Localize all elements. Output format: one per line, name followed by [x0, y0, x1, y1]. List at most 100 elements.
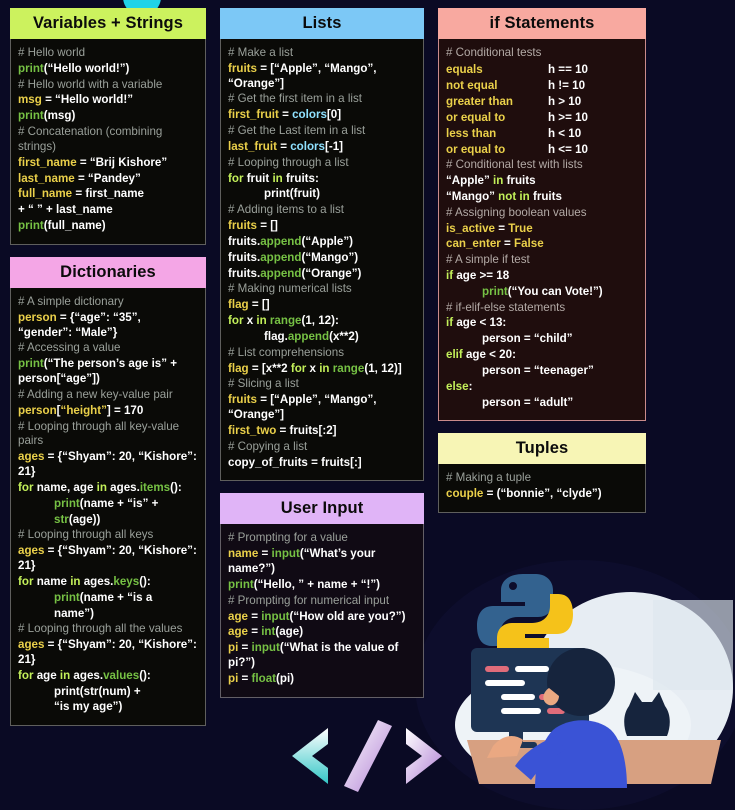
code-line: # Accessing a value	[18, 341, 121, 355]
card-title-user-input: User Input	[220, 493, 424, 525]
code-line: person = “teenager”	[482, 363, 594, 377]
column-right: if Statements # Conditional tests equals…	[438, 8, 646, 738]
card-tuples: Tuples # Making a tuple couple = (“bonni…	[438, 433, 646, 514]
conditional-test-row: or equal to h >= 10	[446, 110, 638, 125]
card-title-if-statements: if Statements	[438, 8, 646, 39]
card-body-tuples: # Making a tuple couple = (“bonnie”, “cl…	[438, 464, 646, 514]
code-line: fruits.append(“Mango”)	[228, 250, 359, 264]
cheatsheet-grid: Variables + Strings # Hello world print(…	[0, 0, 735, 738]
column-middle: Lists # Make a list fruits = [“Apple”, “…	[220, 8, 424, 738]
conditional-test-expr: h > 10	[548, 94, 582, 108]
code-line: str(age))	[54, 512, 101, 526]
code-line: name”)	[54, 606, 94, 620]
code-line: person[“height”] = 170	[18, 403, 144, 417]
code-line: + “ ” + last_name	[18, 203, 113, 217]
code-line: print(msg)	[18, 109, 76, 123]
code-line: # Hello world with a variable	[18, 77, 163, 91]
card-title-lists: Lists	[220, 8, 424, 39]
card-if-statements: if Statements # Conditional tests equals…	[438, 8, 646, 422]
code-line: couple = (“bonnie”, “clyde”)	[446, 487, 602, 501]
code-line: # Making numerical lists	[228, 282, 352, 296]
code-line: # Get the first item in a list	[228, 92, 363, 106]
code-line: print(“Hello, ” + name + “!”)	[228, 577, 381, 591]
card-body-variables-strings: # Hello world print(“Hello world!”) # He…	[10, 39, 206, 245]
conditional-test-row: less than h < 10	[446, 126, 638, 141]
conditional-test-row: equals h == 10	[446, 62, 638, 77]
code-line: person = “child”	[482, 332, 573, 346]
code-line: # A simple if test	[446, 253, 530, 267]
conditional-test-label: less than	[446, 127, 497, 141]
code-line: first_name = “Brij Kishore”	[18, 155, 168, 169]
code-line: first_two = fruits[:2]	[228, 423, 337, 437]
code-line: print(fruit)	[264, 187, 321, 201]
code-line: print(name + “is a	[54, 590, 153, 604]
code-line: # Slicing a list	[228, 377, 299, 391]
code-line: is_active = True	[446, 221, 533, 235]
code-line: # A simple dictionary	[18, 294, 124, 308]
conditional-test-expr: h <= 10	[548, 143, 588, 157]
conditional-test-label: not equal	[446, 78, 498, 92]
code-line: # Prompting for a value	[228, 531, 348, 545]
code-line: # Looping through all the values	[18, 622, 183, 636]
code-line: for name in ages.keys():	[18, 574, 151, 588]
code-line: age = input(“How old are you?”)	[228, 609, 406, 623]
card-title-dictionaries: Dictionaries	[10, 256, 206, 288]
conditional-test-label: or equal to	[446, 143, 506, 157]
code-line: # Hello world	[18, 46, 86, 59]
code-line: ages = {“Shyam”: 20, “Kishore”: 21}	[18, 544, 197, 573]
code-line: print(full_name)	[18, 219, 106, 233]
code-line: if age >= 18	[446, 269, 510, 282]
code-line: # Prompting for numerical input	[228, 593, 390, 607]
code-line: flag = [x**2 for x in range(1, 12)]	[228, 361, 402, 375]
code-line: # Get the Last item in a list	[228, 124, 366, 138]
code-line: for name, age in ages.items():	[18, 480, 182, 494]
code-line: person = {“age”: “35”, “gender”: “Male”}	[18, 310, 141, 339]
code-line: print(“You can Vote!”)	[482, 284, 603, 298]
code-line: # Copying a list	[228, 439, 308, 453]
card-body-if-statements: # Conditional tests equals h == 10 not e…	[438, 39, 646, 422]
card-dictionaries: Dictionaries # A simple dictionary perso…	[10, 256, 206, 727]
code-line: # Assigning boolean values	[446, 205, 587, 219]
code-line: # Adding a new key-value pair	[18, 387, 173, 401]
code-line: flag = []	[228, 298, 270, 312]
code-line: print(str(num) +	[54, 684, 141, 698]
code-line: fruits.append(“Apple”)	[228, 234, 353, 248]
conditional-test-expr: h != 10	[548, 78, 586, 92]
code-line: # Looping through a list	[228, 155, 349, 169]
code-line: last_name = “Pandey”	[18, 171, 141, 185]
card-title-variables-strings: Variables + Strings	[10, 8, 206, 39]
code-line: ages = {“Shyam”: 20, “Kishore”: 21}	[18, 450, 197, 479]
code-line: fruits = []	[228, 219, 278, 233]
conditional-test-expr: h == 10	[548, 62, 588, 76]
code-line: # Concatenation (combining strings)	[18, 125, 163, 153]
code-line: copy_of_fruits = fruits[:]	[228, 455, 362, 469]
code-line: for age in ages.values():	[18, 668, 151, 682]
code-line: print(name + “is” +	[54, 496, 159, 510]
code-line: # Adding items to a list	[228, 203, 344, 217]
conditional-test-label: greater than	[446, 94, 514, 108]
card-body-dictionaries: # A simple dictionary person = {“age”: “…	[10, 287, 206, 727]
code-line: for x in range(1, 12):	[228, 314, 339, 328]
code-line: name = input(“What’s your name?”)	[228, 547, 376, 576]
code-line: can_enter = False	[446, 237, 544, 251]
code-line: if age < 13:	[446, 316, 507, 330]
code-line: # Make a list	[228, 46, 294, 59]
card-user-input: User Input # Prompting for a value name …	[220, 493, 424, 698]
card-title-tuples: Tuples	[438, 433, 646, 465]
code-line: first_fruit = colors[0]	[228, 108, 342, 122]
card-lists: Lists # Make a list fruits = [“Apple”, “…	[220, 8, 424, 482]
code-line: # Conditional tests	[446, 46, 542, 59]
code-line: fruits = [“Apple”, “Mango”, “Orange”]	[228, 393, 377, 422]
code-line: “Mango” not in fruits	[446, 189, 562, 203]
code-line: “Apple” in fruits	[446, 174, 536, 188]
code-line: for fruit in fruits:	[228, 171, 319, 185]
code-line: # Looping through all key-value pairs	[18, 419, 180, 448]
column-left: Variables + Strings # Hello world print(…	[10, 8, 206, 738]
code-line: pi = input(“What is the value of pi?”)	[228, 641, 399, 669]
code-line: print(“The person’s age is” + person[“ag…	[18, 357, 178, 386]
code-line: # if-elif-else statements	[446, 300, 566, 314]
code-line: ages = {“Shyam”: 20, “Kishore”: 21}	[18, 638, 197, 666]
code-line: msg = “Hello world!”	[18, 93, 133, 107]
conditional-test-row: or equal to h <= 10	[446, 142, 638, 157]
code-line: # Looping through all keys	[18, 528, 154, 542]
